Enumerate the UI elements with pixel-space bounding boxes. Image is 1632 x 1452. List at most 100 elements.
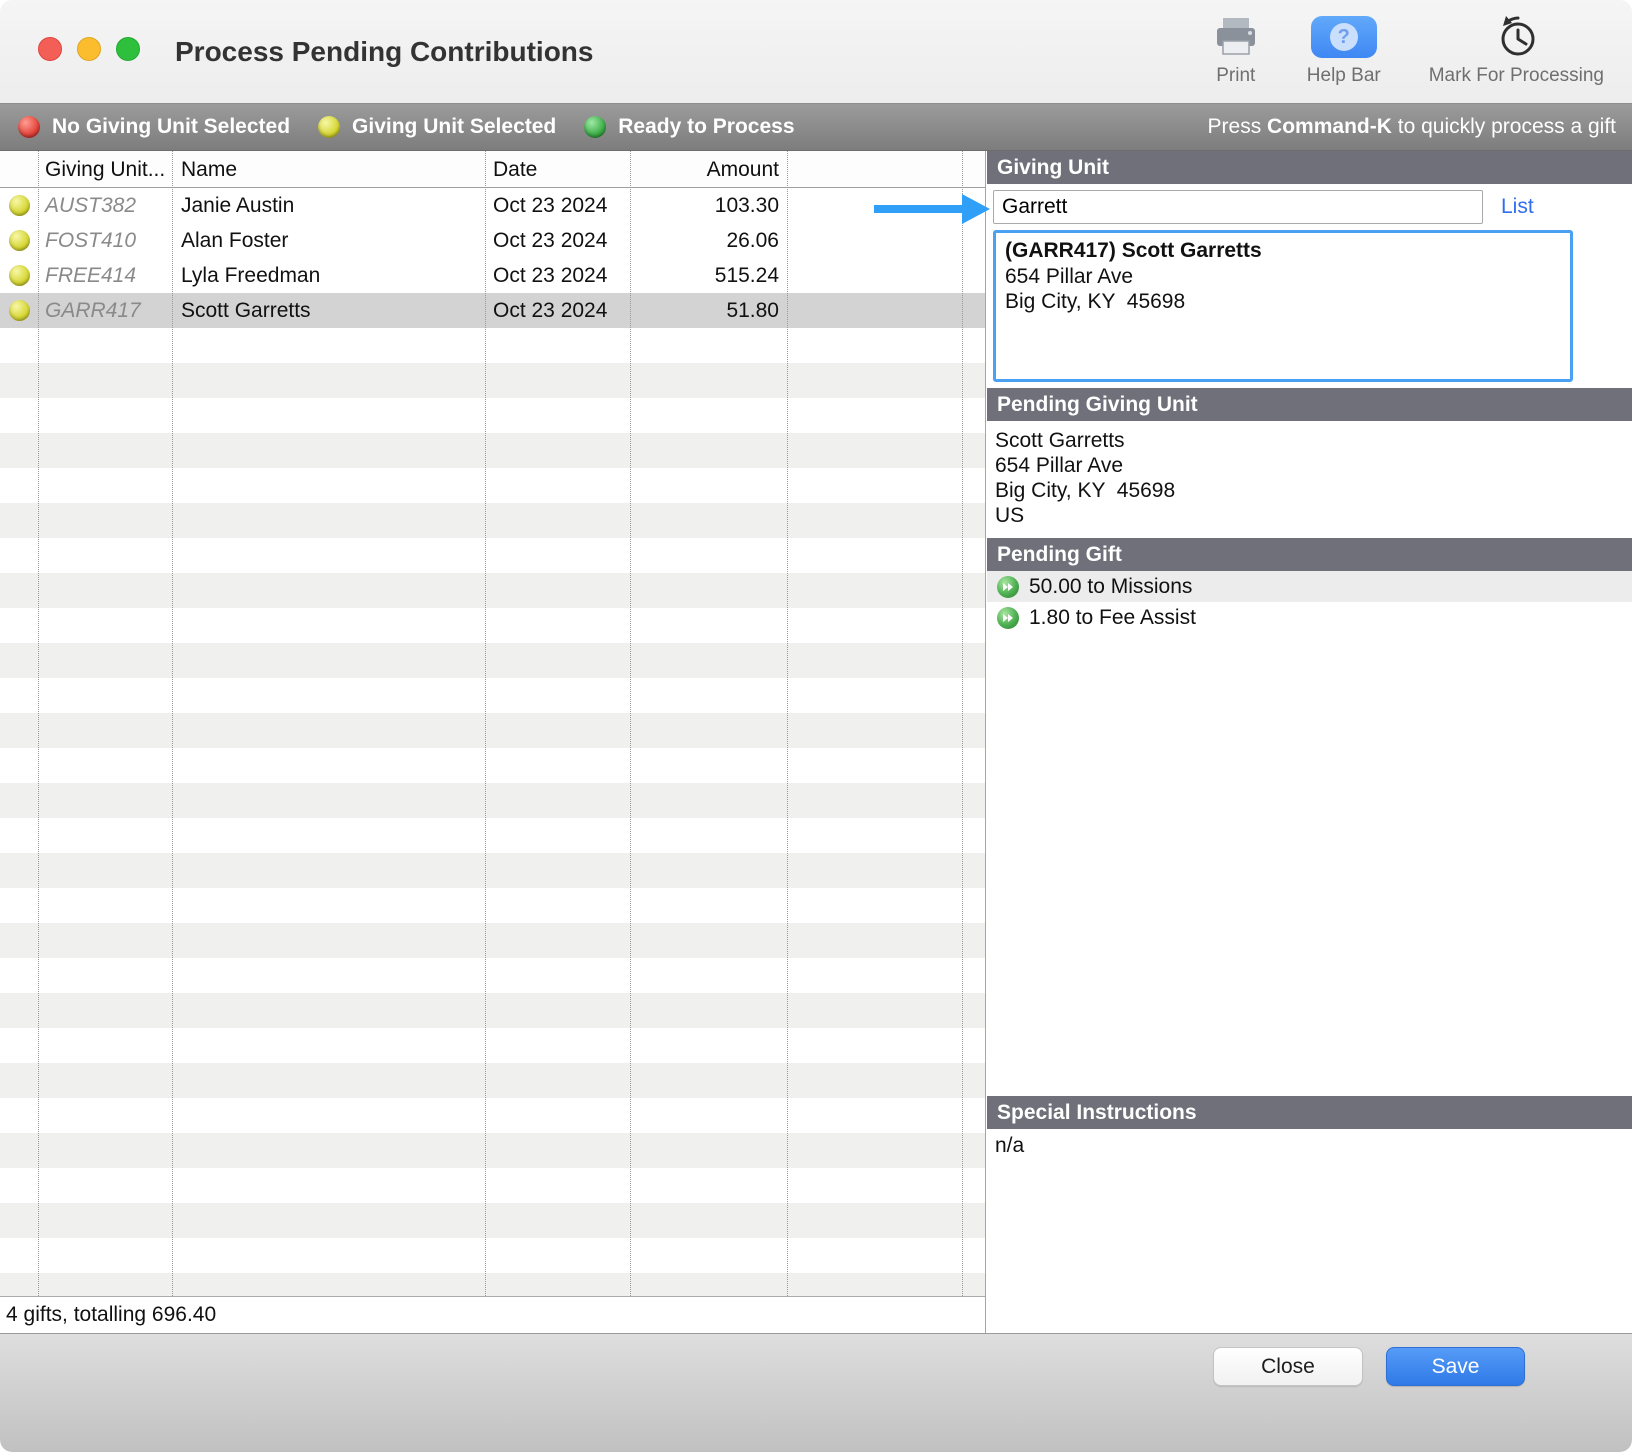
question-mark-glyph: ? — [1329, 23, 1358, 51]
giving-unit-search-row: List — [987, 184, 1632, 228]
pending-unit-line: Scott Garretts — [995, 429, 1125, 452]
row-status-cell — [0, 230, 38, 251]
row-amount: 515.24 — [714, 263, 779, 287]
row-status-cell — [0, 265, 38, 286]
legend-ready-to-process: Ready to Process — [584, 115, 795, 139]
green-status-icon — [584, 116, 607, 138]
pending-giving-unit-section-header: Pending Giving Unit — [987, 388, 1632, 421]
row-giving-unit: AUST382 — [45, 193, 137, 217]
minimize-window-button[interactable] — [77, 37, 101, 61]
close-window-button[interactable] — [38, 37, 62, 61]
row-status-cell — [0, 195, 38, 216]
clock-icon — [1501, 16, 1535, 56]
print-button[interactable]: Print — [1213, 16, 1259, 87]
shortcut-prefix: Press — [1207, 115, 1262, 138]
table-row-selected[interactable]: GARR417 Scott Garretts Oct 23 2024 51.80 — [0, 293, 985, 328]
result-name: (GARR417) Scott Garretts — [1005, 239, 1262, 262]
row-name: Janie Austin — [181, 193, 295, 217]
pending-contributions-table: Giving Unit... Name Date Amount AUST382 … — [0, 151, 986, 1333]
table-row[interactable]: FOST410 Alan Foster Oct 23 2024 26.06 — [0, 223, 985, 258]
row-name: Alan Foster — [181, 228, 289, 252]
yellow-status-icon — [318, 116, 341, 138]
gift-arrow-icon — [997, 606, 1019, 629]
giving-unit-search-input[interactable] — [993, 190, 1483, 224]
mark-for-processing-button[interactable]: Mark For Processing — [1429, 14, 1604, 87]
legend-giving-unit-selected: Giving Unit Selected — [318, 115, 556, 139]
special-instructions-section-header: Special Instructions — [987, 1096, 1632, 1129]
red-status-icon — [18, 116, 40, 138]
printer-icon — [1216, 18, 1255, 55]
pending-gift-section-header: Pending Gift — [987, 538, 1632, 571]
pending-gift-item[interactable]: 50.00 to Missions — [987, 571, 1632, 602]
save-button[interactable]: Save — [1386, 1347, 1525, 1386]
yellow-status-icon — [8, 265, 30, 286]
row-amount: 51.80 — [726, 298, 779, 322]
column-header-amount[interactable]: Amount — [630, 151, 779, 188]
pending-unit-line: Big City, KY 45698 — [995, 479, 1176, 502]
status-legend-bar: No Giving Unit Selected Giving Unit Sele… — [0, 103, 1632, 151]
details-pane: Giving Unit List (GARR417) Scott Garrett… — [987, 151, 1632, 1333]
row-date: Oct 23 2024 — [493, 228, 608, 252]
giving-unit-header-label: Giving Unit — [997, 155, 1109, 179]
zoom-window-button[interactable] — [116, 37, 140, 61]
process-pending-contributions-window: Process Pending Contributions Print ? He… — [0, 0, 1632, 1452]
row-date: Oct 23 2024 — [493, 263, 608, 287]
pending-gift-header-label: Pending Gift — [997, 542, 1122, 566]
legend-label-red: No Giving Unit Selected — [52, 115, 291, 138]
titlebar: Process Pending Contributions Print ? He… — [0, 0, 1632, 103]
special-instructions-value: n/a — [995, 1134, 1025, 1157]
shortcut-suffix: to quickly process a gift — [1397, 115, 1616, 138]
row-status-cell — [0, 300, 38, 321]
list-link[interactable]: List — [1501, 195, 1534, 219]
giving-unit-section-header: Giving Unit — [987, 151, 1632, 184]
empty-rows-area — [0, 328, 985, 1296]
column-header-name[interactable]: Name — [181, 151, 237, 188]
legend-label-yellow: Giving Unit Selected — [352, 115, 557, 138]
pending-gift-item[interactable]: 1.80 to Fee Assist — [987, 602, 1632, 633]
table-row[interactable]: FREE414 Lyla Freedman Oct 23 2024 515.24 — [0, 258, 985, 293]
gifts-total-summary: 4 gifts, totalling 696.40 — [6, 1303, 217, 1326]
gift-item-label: 1.80 to Fee Assist — [1029, 605, 1196, 629]
legend-label-green: Ready to Process — [618, 115, 795, 138]
window-title: Process Pending Contributions — [175, 35, 594, 67]
help-bar-label: Help Bar — [1306, 65, 1381, 86]
help-icon: ? — [1310, 16, 1377, 58]
bottom-action-bar: Close Save — [0, 1333, 1632, 1452]
close-button[interactable]: Close — [1213, 1347, 1363, 1386]
help-bar-button[interactable]: ? Help Bar — [1307, 16, 1381, 87]
shortcut-hint: Press Command-K to quickly process a gif… — [1208, 115, 1616, 139]
pending-unit-line: US — [995, 504, 1025, 527]
pending-giving-unit-address: Scott Garretts 654 Pillar Ave Big City, … — [987, 421, 1632, 538]
table-row[interactable]: AUST382 Janie Austin Oct 23 2024 103.30 — [0, 188, 985, 223]
pending-unit-line: 654 Pillar Ave — [995, 454, 1124, 477]
traffic-lights — [38, 37, 140, 61]
result-address-line: 654 Pillar Ave — [1005, 265, 1134, 288]
row-name: Lyla Freedman — [181, 263, 321, 287]
row-name: Scott Garretts — [181, 298, 311, 322]
legend-no-giving-unit: No Giving Unit Selected — [18, 115, 290, 139]
print-label: Print — [1216, 65, 1256, 86]
gift-arrow-icon — [997, 575, 1019, 598]
row-giving-unit: GARR417 — [45, 298, 141, 322]
row-giving-unit: FREE414 — [45, 263, 137, 287]
yellow-status-icon — [8, 195, 30, 216]
row-date: Oct 23 2024 — [493, 298, 608, 322]
yellow-status-icon — [8, 230, 30, 251]
pending-giving-unit-header-label: Pending Giving Unit — [997, 392, 1198, 416]
table-summary-bar: 4 gifts, totalling 696.40 — [0, 1296, 985, 1333]
result-address-line: Big City, KY 45698 — [1005, 290, 1186, 313]
yellow-status-icon — [8, 300, 30, 321]
column-header-giving-unit[interactable]: Giving Unit... — [45, 151, 165, 188]
titlebar-toolbar: Print ? Help Bar Mark For Processing — [1213, 14, 1604, 87]
row-amount: 26.06 — [726, 228, 779, 252]
row-amount: 103.30 — [714, 193, 779, 217]
special-instructions-header-label: Special Instructions — [997, 1100, 1197, 1124]
gift-item-label: 50.00 to Missions — [1029, 574, 1193, 598]
mark-for-processing-label: Mark For Processing — [1428, 65, 1604, 86]
table-body: AUST382 Janie Austin Oct 23 2024 103.30 … — [0, 188, 985, 1296]
table-header-row: Giving Unit... Name Date Amount — [0, 151, 985, 188]
shortcut-key: Command-K — [1267, 115, 1392, 138]
giving-unit-search-result[interactable]: (GARR417) Scott Garretts 654 Pillar Ave … — [993, 230, 1573, 382]
row-date: Oct 23 2024 — [493, 193, 608, 217]
column-header-date[interactable]: Date — [493, 151, 537, 188]
